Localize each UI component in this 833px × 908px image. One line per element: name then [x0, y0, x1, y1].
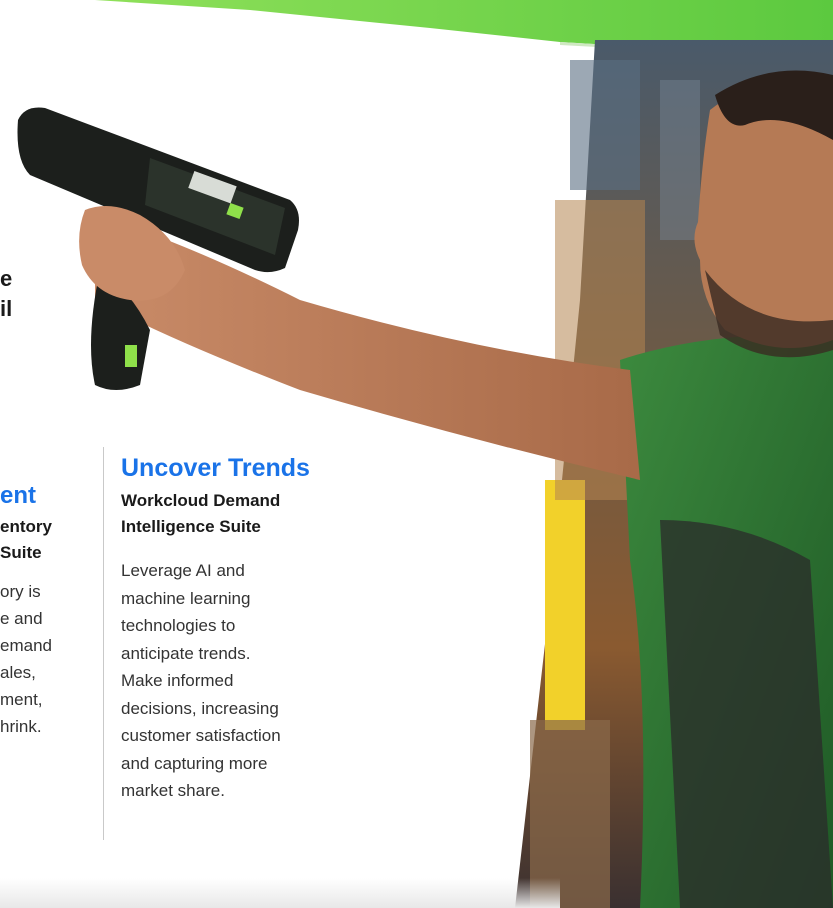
- trends-body-line: Leverage AI and: [121, 561, 245, 580]
- feature-body-line: ment,: [0, 690, 43, 709]
- trends-body-line: Make informed: [121, 671, 234, 690]
- trends-body-line: decisions, increasing: [121, 698, 279, 718]
- trends-body-line: machine learning: [121, 588, 251, 608]
- feature-body-line: emand: [0, 636, 52, 655]
- cutoff-heading-line2: il: [0, 296, 13, 321]
- trends-body-line: and capturing more: [121, 753, 268, 773]
- trends-body-line: anticipate trends.: [121, 643, 251, 663]
- feature-subtitle-line: Suite: [0, 543, 42, 562]
- feature-column-trends: Uncover Trends Workcloud Demand Intellig…: [121, 453, 361, 805]
- trends-subtitle-line: Intelligence Suite: [121, 517, 261, 536]
- feature-title: ent: [0, 482, 36, 509]
- feature-column-inventory: ent entory Suite ory is e and emand ales…: [0, 482, 80, 740]
- bottom-fade: [0, 878, 560, 908]
- feature-body-line: ales,: [0, 663, 36, 682]
- feature-subtitle-line: entory: [0, 517, 52, 536]
- trends-subtitle: Workcloud Demand Intelligence Suite: [121, 488, 361, 540]
- feature-body-line: e and: [0, 609, 43, 628]
- column-divider: [103, 447, 104, 840]
- trends-body-line: customer satisfaction: [121, 726, 281, 745]
- feature-body-line: ory is: [0, 582, 41, 601]
- feature-subtitle: entory Suite: [0, 514, 80, 566]
- trends-title: Uncover Trends: [121, 454, 310, 482]
- trends-body-line: market share.: [121, 781, 225, 800]
- trends-body-line: technologies to: [121, 616, 236, 635]
- trends-body: Leverage AI and machine learning technol…: [121, 557, 361, 805]
- feature-body: ory is e and emand ales, ment, hrink.: [0, 578, 80, 740]
- feature-body-line: hrink.: [0, 717, 42, 736]
- cutoff-heading-line1: e: [0, 266, 13, 291]
- trends-subtitle-line: Workcloud Demand: [121, 491, 281, 510]
